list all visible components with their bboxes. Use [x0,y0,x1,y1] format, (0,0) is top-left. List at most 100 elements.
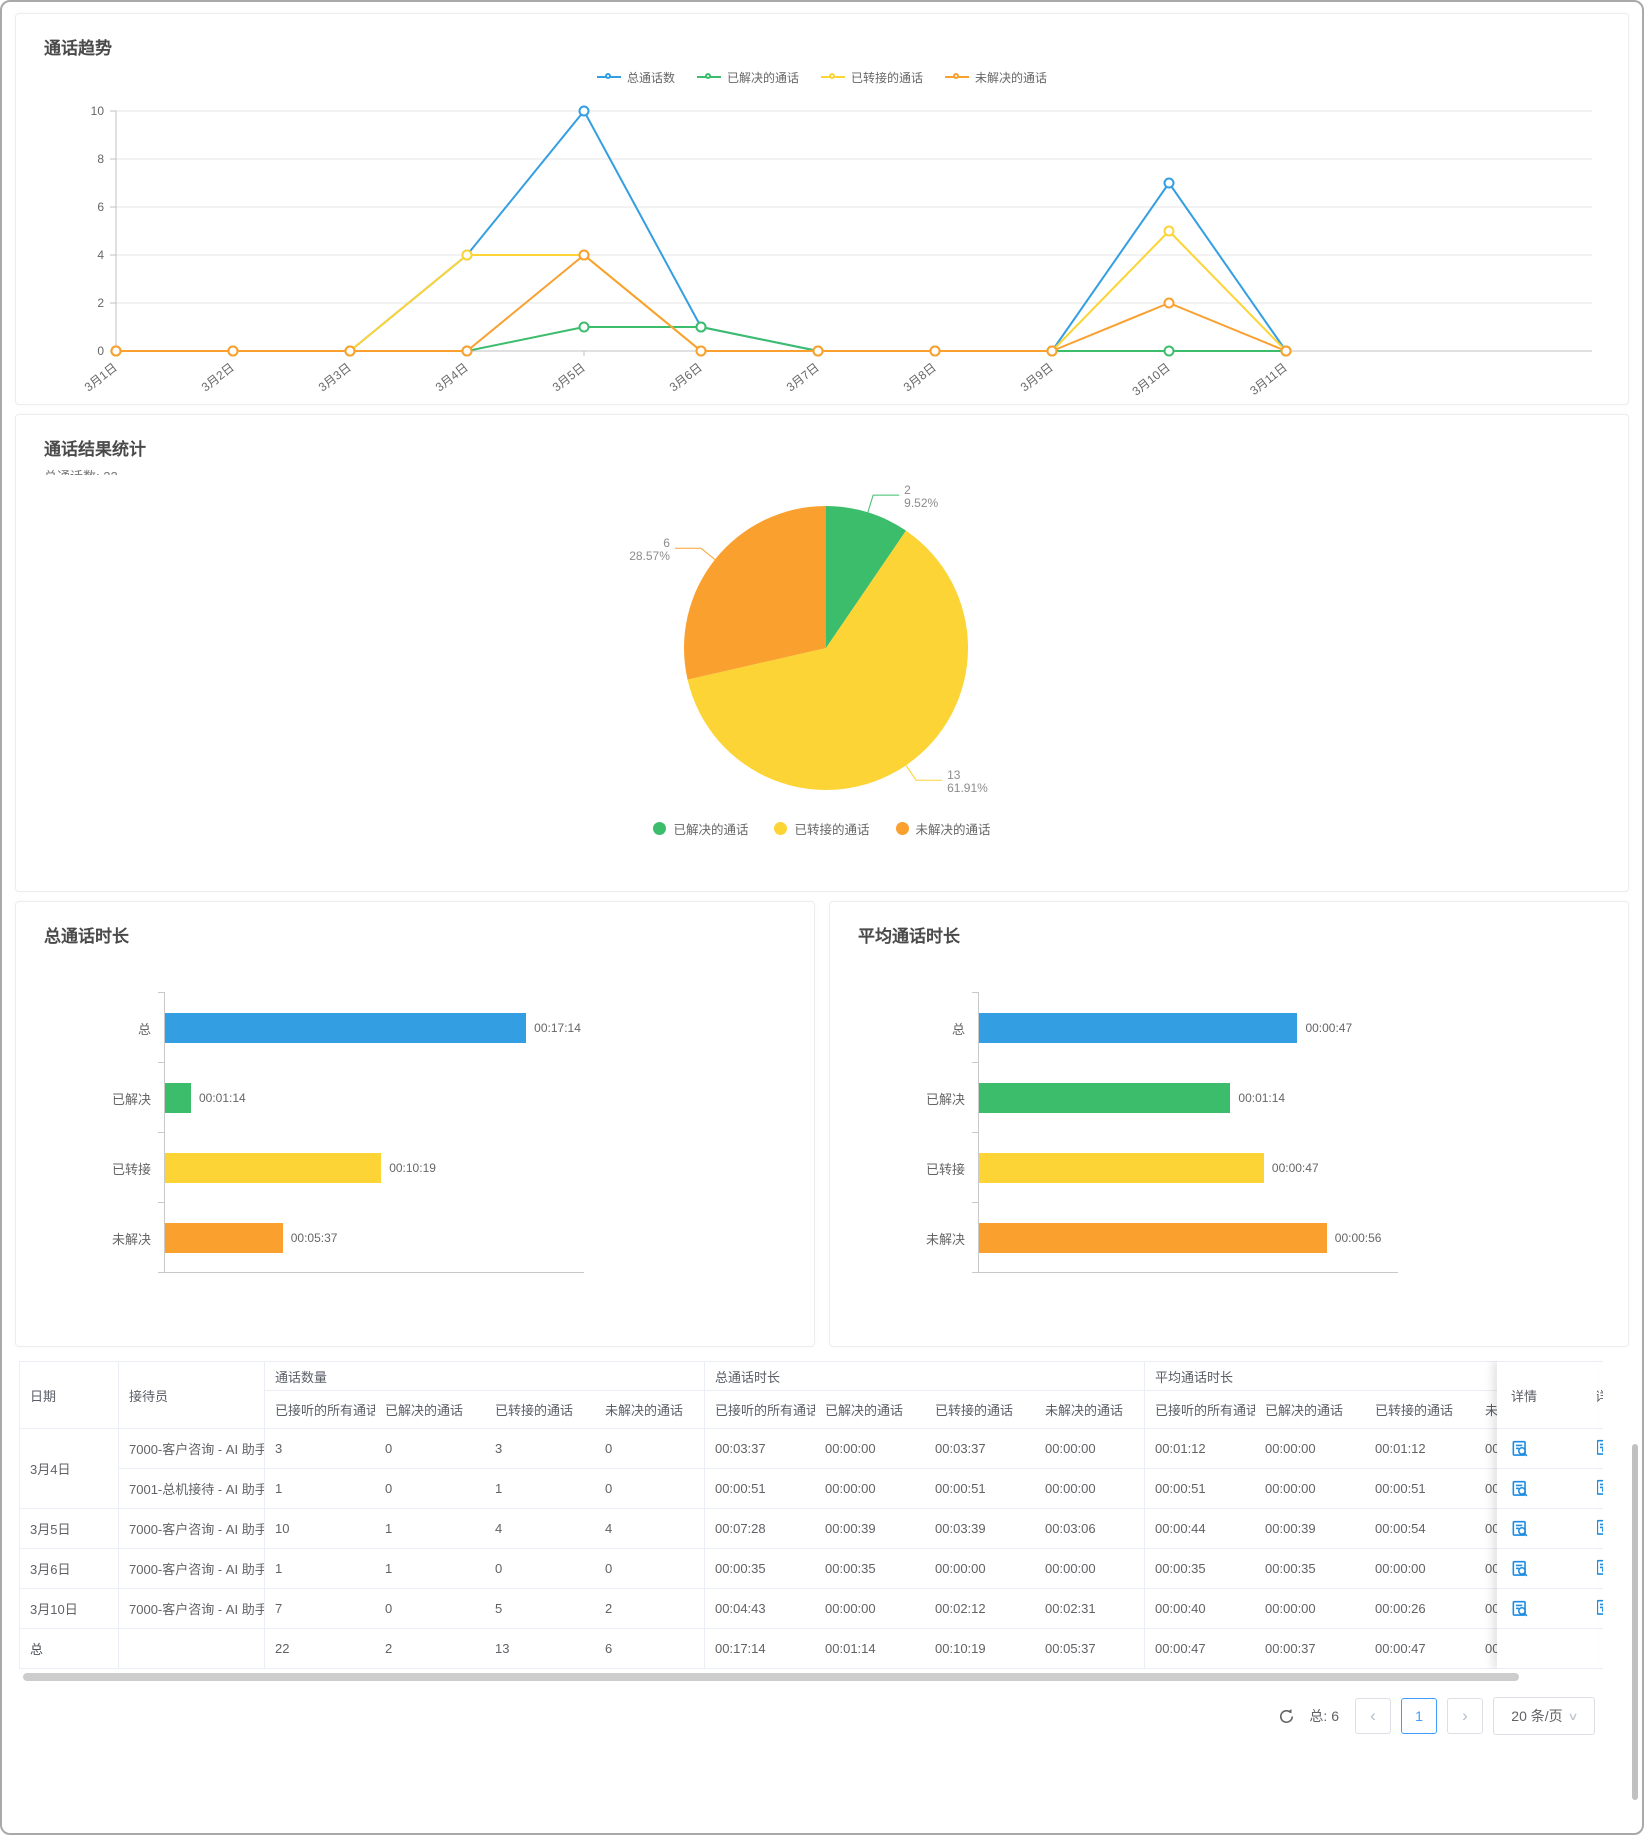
cell-agent: 7001-总机接待 - AI 助手 [119,1469,265,1509]
cell-value: 4 [595,1509,705,1549]
col-subheader: 已解决的通话 [375,1391,485,1429]
page-number-button[interactable]: 1 [1401,1698,1437,1734]
svg-text:8: 8 [97,152,104,166]
legend-item-总通话数[interactable]: 总通话数 [597,69,675,86]
col-group-header: 总通话时长 [705,1361,1145,1391]
cell-value: 4 [485,1509,595,1549]
cell-date: 总 [19,1629,119,1669]
cell-value: 22 [265,1629,375,1669]
svg-text:3月8日: 3月8日 [901,360,939,394]
vertical-scrollbar-thumb[interactable] [1632,1444,1638,1800]
cell-value: 00:03:37 [705,1429,815,1469]
legend-line-swatch [597,76,621,78]
bar [165,1223,283,1253]
bar-value-label: 00:01:14 [1238,1091,1285,1105]
bar-category-label: 总 [68,993,164,1063]
bar-row-总: 总00:00:47 [882,993,1462,1063]
cell-value: 00:00:35 [1145,1549,1255,1589]
bar [165,1013,526,1043]
cell-value: 00:00:00 [1255,1429,1365,1469]
bar-category-label: 未解决 [68,1203,164,1273]
bar-track: 00:00:47 [978,993,1398,1063]
bar-value-label: 00:10:19 [389,1161,436,1175]
cell-value: 00:02:12 [925,1589,1035,1629]
cell-value: 0 [375,1469,485,1509]
cell-value: 2 [595,1589,705,1629]
col-subheader: 未解决的通话 [595,1391,705,1429]
cell-value: 00:03:06 [1035,1509,1145,1549]
detail-icon[interactable] [1511,1440,1528,1457]
legend-item-已解决的通话[interactable]: 已解决的通话 [697,69,799,86]
cell-value: 0 [375,1429,485,1469]
detail-row [1497,1509,1597,1549]
pie-legend-item-已转接的通话[interactable]: 已转接的通话 [774,819,869,838]
refresh-icon[interactable] [1278,1708,1295,1725]
page-size-select[interactable]: 20 条/页 ∨ [1493,1697,1595,1735]
dashboard-page: 通话趋势 总通话数已解决的通话已转接的通话未解决的通话 02468103月1日3… [0,0,1644,1835]
bar [165,1153,381,1183]
next-page-button[interactable]: › [1447,1698,1483,1734]
duration-charts-row: 总通话时长 总00:17:14已解决00:01:14已转接00:10:19未解决… [15,901,1629,1347]
cell-value: 00:00:00 [1035,1469,1145,1509]
cell-value: 00:07:28 [705,1509,815,1549]
legend-label: 总通话数 [627,69,675,86]
cell-value: 0 [595,1469,705,1509]
bar-category-label: 未解决 [882,1203,978,1273]
col-subheader: 已转接的通话 [485,1391,595,1429]
detail-column-header: 详情 [1497,1361,1597,1429]
cell-value: 00:00:00 [925,1549,1035,1589]
cell-agent: 7000-客户咨询 - AI 助手 [119,1589,265,1629]
cell-value: 00:00:35 [815,1549,925,1589]
legend-label: 未解决的通话 [975,69,1047,86]
cell-value: 6 [595,1629,705,1669]
cell-value: 13 [485,1629,595,1669]
bar [979,1223,1327,1253]
svg-text:3月2日: 3月2日 [199,360,237,394]
bar-track: 00:01:14 [164,1063,584,1133]
cell-value: 0 [375,1589,485,1629]
detail-row [1497,1429,1597,1469]
svg-text:2: 2 [97,296,104,310]
pie-legend-item-已解决的通话[interactable]: 已解决的通话 [653,819,748,838]
horizontal-scrollbar-thumb[interactable] [23,1673,1519,1681]
cell-value: 00:00:39 [1255,1509,1365,1549]
cell-value: 00:10:19 [925,1629,1035,1669]
cell-date: 3月10日 [19,1589,119,1629]
result-pie-chart: 29.52%1361.91%628.57% [26,483,1618,813]
prev-page-button[interactable]: ‹ [1355,1698,1391,1734]
detail-icon[interactable] [1511,1480,1528,1497]
svg-text:3月7日: 3月7日 [784,360,822,394]
cell-value: 2 [375,1629,485,1669]
legend-dot [896,822,909,835]
cell-value: 00:00:51 [925,1469,1035,1509]
cell-value: 0 [595,1549,705,1589]
stats-table-card: 日期接待员通话数量总通话时长平均通话时长详情已接听的所有通话已解决的通话已转接的… [15,1361,1629,1735]
svg-text:3月3日: 3月3日 [316,360,354,394]
call-trend-card: 通话趋势 总通话数已解决的通话已转接的通话未解决的通话 02468103月1日3… [15,13,1629,405]
cell-value: 00:00:51 [705,1469,815,1509]
legend-item-未解决的通话[interactable]: 未解决的通话 [945,69,1047,86]
cell-value: 00:00:26 [1365,1589,1475,1629]
bar-track: 00:10:19 [164,1133,584,1203]
svg-text:1361.91%: 1361.91% [947,768,988,795]
bar-row-未解决: 未解决00:00:56 [882,1203,1462,1273]
cell-agent: 7000-客户咨询 - AI 助手 [119,1509,265,1549]
col-group-header: 通话数量 [265,1361,705,1391]
bar-category-label: 已解决 [68,1063,164,1133]
cell-value: 00:00:51 [1365,1469,1475,1509]
detail-icon[interactable] [1511,1520,1528,1537]
detail-icon[interactable] [1511,1600,1528,1617]
cell-value: 0 [485,1549,595,1589]
cell-value: 1 [375,1509,485,1549]
bar-category-label: 总 [882,993,978,1063]
cell-value: 00:03:39 [925,1509,1035,1549]
legend-item-已转接的通话[interactable]: 已转接的通话 [821,69,923,86]
table-scroll-area[interactable]: 日期接待员通话数量总通话时长平均通话时长详情已接听的所有通话已解决的通话已转接的… [19,1361,1603,1669]
detail-icon[interactable] [1511,1560,1528,1577]
total-duration-bar-chart: 总00:17:14已解决00:01:14已转接00:10:19未解决00:05:… [68,993,648,1273]
svg-text:628.57%: 628.57% [629,536,670,563]
cell-value: 1 [485,1469,595,1509]
cell-value: 00:00:00 [1365,1549,1475,1589]
pie-legend-item-未解决的通话[interactable]: 未解决的通话 [896,819,991,838]
bar [979,1013,1297,1043]
